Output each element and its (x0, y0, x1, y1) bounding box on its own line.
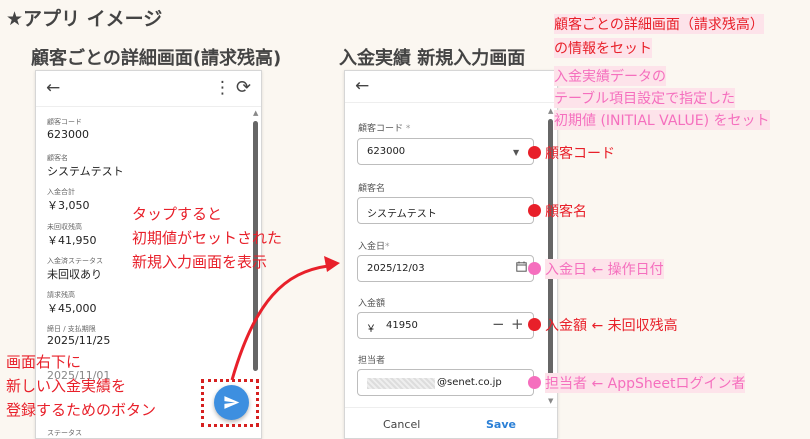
pink-dot-marker (528, 262, 541, 275)
button-note-line: 新しい入金実績を (6, 377, 127, 395)
tap-note-line: タップすると (132, 205, 223, 223)
note-initial-value: テーブル項目設定で指定した (554, 88, 736, 108)
annotation-name: 顧客名 (545, 204, 587, 220)
note-detail-source: の情報をセット (554, 38, 652, 58)
button-note-line: 画面右下に (6, 353, 82, 371)
note-initial-value: 初期値 (INITIAL VALUE) をセット (554, 110, 770, 130)
button-note: 画面右下に 新しい入金実績を 登録するためのボタン (6, 352, 156, 421)
annotation-date: 入金日 ← 操作日付 (545, 259, 664, 279)
tap-note-line: 初期値がセットされた (132, 229, 283, 247)
red-dot-marker (528, 146, 541, 159)
red-dot-marker (528, 318, 541, 331)
pink-dot-marker (528, 376, 541, 389)
annotation-person: 担当者 ← AppSheetログイン者 (545, 373, 746, 393)
annotation-amount: 入金額 ← 未回収残高 (545, 318, 678, 334)
note-detail-source: 顧客ごとの詳細画面（請求残高） (554, 14, 764, 34)
note-initial-value: 入金実績データの (554, 66, 666, 86)
annotation-code: 顧客コード (545, 146, 615, 162)
tap-note-line: 新規入力画面を表示 (132, 253, 268, 271)
red-dot-marker (528, 204, 541, 217)
button-note-line: 登録するためのボタン (6, 401, 157, 419)
tap-note: タップすると 初期値がセットされた 新規入力画面を表示 (132, 204, 282, 273)
